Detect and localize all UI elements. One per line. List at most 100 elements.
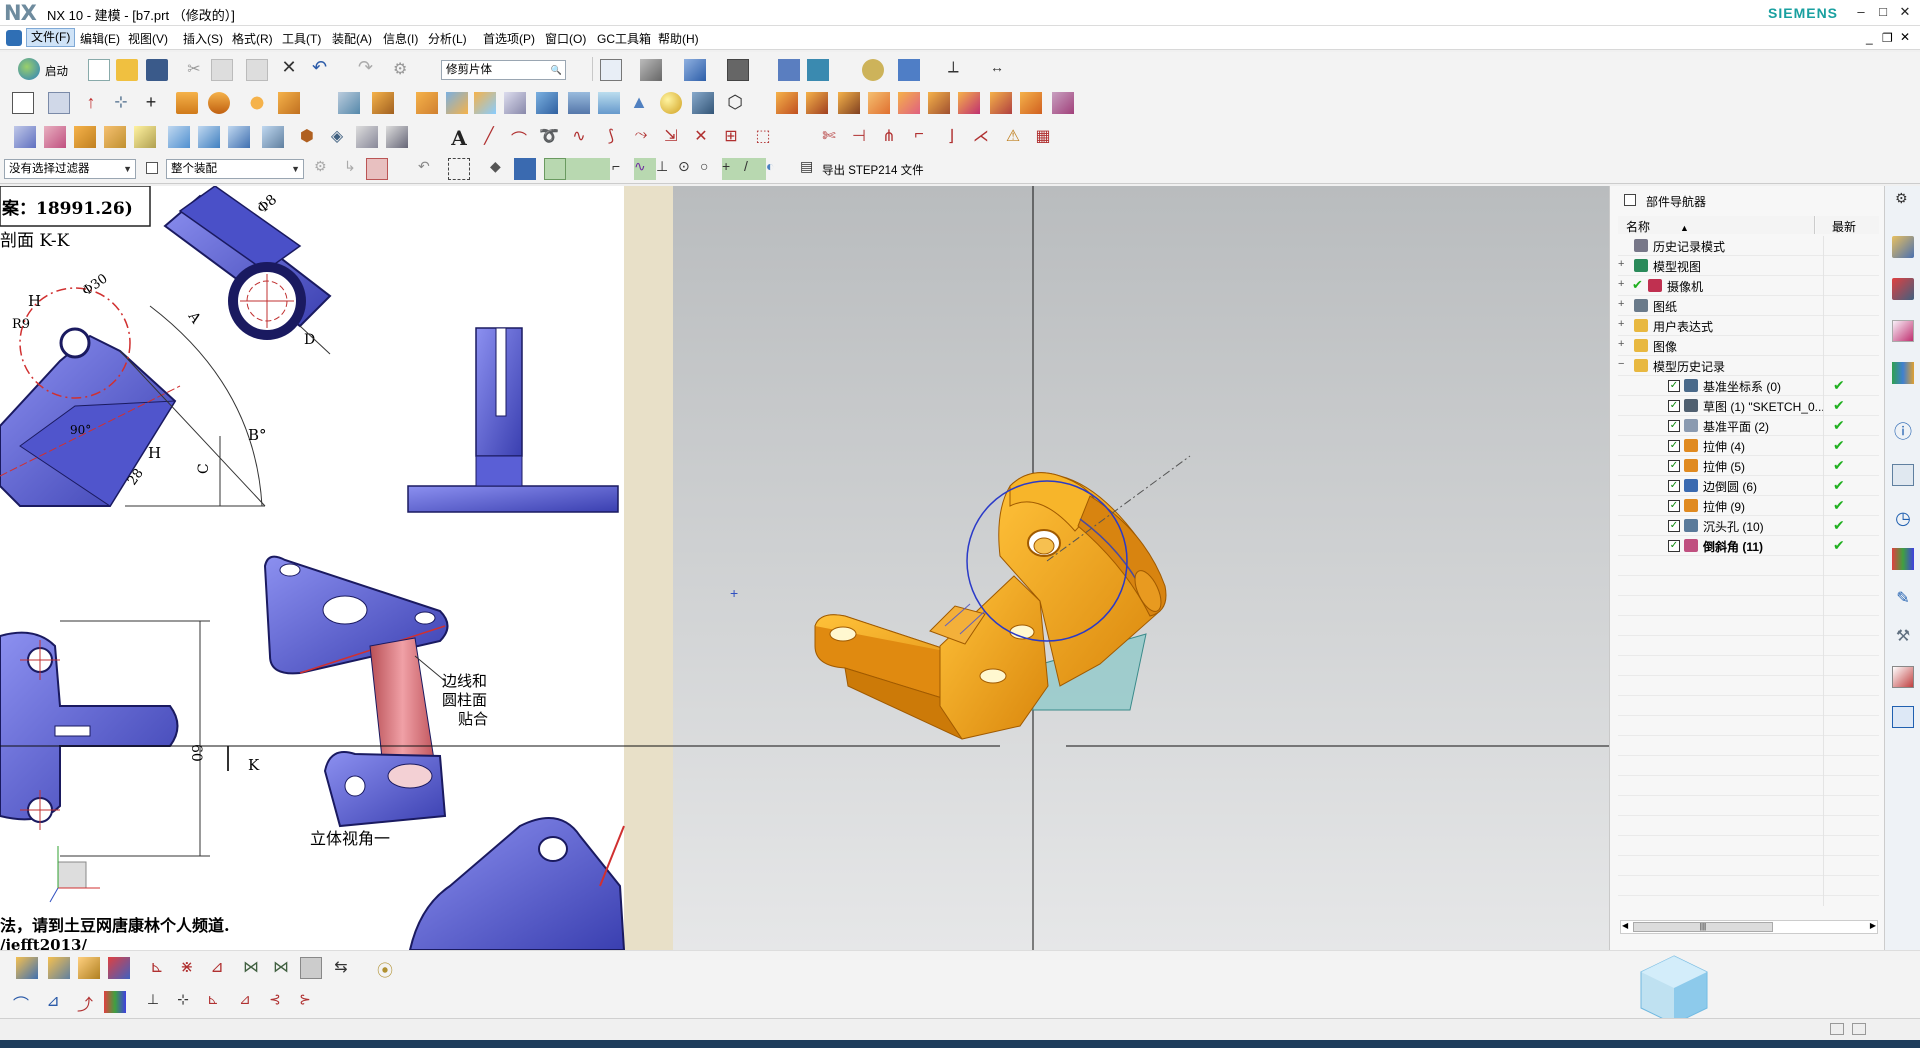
edge-blend-icon[interactable] — [776, 92, 798, 114]
select-all-checkbox[interactable] — [146, 162, 158, 174]
selection-intent-icon[interactable] — [366, 158, 388, 180]
scroll-right-icon[interactable]: ▶ — [1870, 921, 1876, 930]
array-component-icon[interactable]: ⋈ — [270, 957, 292, 979]
sketch-mirror-icon[interactable]: ⊰ — [264, 991, 286, 1013]
bounded-plane-icon[interactable] — [134, 126, 156, 148]
redo-icon[interactable]: ↷ — [358, 57, 380, 79]
undo-icon[interactable]: ↶ — [312, 57, 334, 79]
menu-file[interactable]: 文件(F) — [26, 28, 76, 47]
patch-icon[interactable] — [386, 126, 408, 148]
copy-icon[interactable] — [211, 59, 233, 81]
navigator-row[interactable]: ✓ 基准坐标系 (0) ✔ — [1618, 376, 1879, 396]
navigator-row[interactable]: ✓ 拉伸 (5) ✔ — [1618, 456, 1879, 476]
exploded-view-icon[interactable]: ⊾ — [146, 957, 168, 979]
navigator-pin-icon[interactable] — [1624, 194, 1636, 206]
project-curve-icon[interactable]: ⇲ — [660, 126, 682, 148]
line-icon[interactable]: ╱ — [478, 126, 500, 148]
datum-plane-icon[interactable] — [48, 92, 70, 114]
navigator-row[interactable]: ✓ 拉伸 (4) ✔ — [1618, 436, 1879, 456]
scrollbar-thumb[interactable]: ||| — [1633, 922, 1773, 932]
navigator-row[interactable]: + 模型视图 — [1618, 256, 1879, 276]
feature-selection-icon[interactable]: ↳ — [344, 158, 366, 180]
menu-view[interactable]: 视图(V) — [128, 30, 168, 47]
menu-assembly[interactable]: 装配(A) — [332, 30, 372, 47]
construction-icon[interactable]: ⚠ — [1002, 126, 1024, 148]
snap-tangent-icon[interactable]: ⊥ — [656, 158, 678, 180]
navigator-row[interactable]: + 图纸 — [1618, 296, 1879, 316]
fit-view-icon[interactable] — [600, 59, 622, 81]
replace-component-icon[interactable]: ⇆ — [330, 957, 352, 979]
background-icon[interactable] — [727, 59, 749, 81]
measure-distance-icon[interactable]: ⟂ — [948, 59, 970, 81]
feature-visibility-checkbox[interactable]: ✓ — [1668, 380, 1680, 392]
sketch-icon[interactable] — [12, 92, 34, 114]
datum-axis-icon[interactable]: ↑ — [80, 92, 102, 114]
menu-window[interactable]: 窗口(O) — [545, 30, 586, 47]
system-scene-icon[interactable] — [1892, 706, 1914, 728]
pattern-icon[interactable] — [246, 92, 268, 114]
mesh-surface-icon[interactable] — [228, 126, 250, 148]
export-step-icon[interactable]: ▤ — [800, 158, 822, 180]
pocket-icon[interactable] — [598, 92, 620, 114]
horizontal-scrollbar[interactable]: ||| ◀ ▶ — [1620, 920, 1878, 934]
maximize-button[interactable]: □ — [1874, 3, 1892, 21]
section-curve-icon[interactable]: ⊞ — [720, 126, 742, 148]
feature-visibility-checkbox[interactable]: ✓ — [1668, 400, 1680, 412]
navigator-tree[interactable]: 历史记录模式 + 模型视图 + ✔ 摄像机 + 图纸 + 用户表达式 + 图像 − 模型历史记录 ✓ 基准坐标… — [1610, 236, 1885, 906]
helix-icon[interactable]: ➰ — [538, 126, 560, 148]
delete-icon[interactable]: ✕ — [278, 57, 300, 79]
column-header-name[interactable]: 名称 ▲ — [1618, 216, 1815, 234]
wcs-icon[interactable] — [898, 59, 920, 81]
cut-icon[interactable]: ✂ — [183, 59, 205, 81]
navigator-row[interactable]: ✓ 草图 (1) "SKETCH_0... ✔ — [1618, 396, 1879, 416]
n-sided-icon[interactable] — [104, 126, 126, 148]
snap-midpoint-icon[interactable] — [566, 158, 588, 180]
wave-geometry-icon[interactable]: ⋇ — [176, 957, 198, 979]
swept-surface-icon[interactable] — [198, 126, 220, 148]
new-component-icon[interactable] — [48, 957, 70, 979]
chamfer-icon[interactable] — [806, 92, 828, 114]
sketch-profile-icon[interactable]: ⌒ — [10, 991, 32, 1014]
text-icon[interactable]: A — [448, 126, 470, 150]
mirror-assembly-icon[interactable]: ⋈ — [240, 957, 262, 979]
status-fullscreen-icon[interactable] — [1852, 1023, 1866, 1035]
scroll-left-icon[interactable]: ◀ — [1622, 921, 1628, 930]
history-icon[interactable]: ◷ — [1892, 508, 1914, 530]
undo-selection-icon[interactable]: ↶ — [418, 158, 440, 180]
table-icon[interactable]: ▦ — [1032, 126, 1054, 148]
doc-minimize-button[interactable]: _ — [1866, 31, 1873, 45]
menu-info[interactable]: 信息(I) — [383, 30, 418, 47]
expand-toggle-icon[interactable]: + — [1618, 258, 1624, 270]
move-component-icon[interactable] — [78, 957, 100, 979]
through-curves-icon[interactable] — [14, 126, 36, 148]
process-studio-icon[interactable]: ✎ — [1892, 588, 1914, 610]
bridge-curve-icon[interactable]: ⤳ — [630, 126, 652, 148]
menu-analysis[interactable]: 分析(L) — [428, 30, 467, 47]
thicken-icon[interactable] — [898, 92, 920, 114]
rectangle-select-icon[interactable] — [448, 158, 470, 180]
expand-toggle-icon[interactable]: + — [1618, 318, 1624, 330]
status-selection-icon[interactable] — [1830, 1023, 1844, 1035]
repeat-command-icon[interactable]: ⚙ — [393, 59, 415, 81]
snap-on-face-icon[interactable]: ◐ — [766, 158, 788, 180]
feature-visibility-checkbox[interactable]: ✓ — [1668, 480, 1680, 492]
graphics-window[interactable]: 案：18991.26) 剖面 K-K Φ8 D 90° H R9 Φ30 H 2… — [0, 186, 1609, 950]
assembly-navigator-icon[interactable] — [1892, 236, 1914, 258]
system-materials-icon[interactable] — [1892, 548, 1914, 570]
expand-toggle-icon[interactable]: + — [1618, 278, 1624, 290]
feature-visibility-checkbox[interactable]: ✓ — [1668, 440, 1680, 452]
part-navigator-tab-icon[interactable] — [1892, 320, 1914, 342]
extrude-icon[interactable] — [176, 92, 198, 114]
split-body-icon[interactable] — [958, 92, 980, 114]
graphics-canvas[interactable]: 案：18991.26) 剖面 K-K Φ8 D 90° H R9 Φ30 H 2… — [0, 186, 1609, 950]
snap-on-curve-icon[interactable]: / — [744, 158, 766, 180]
snap-intersection-icon[interactable]: ⌐ — [612, 158, 634, 180]
sketch-color-icon[interactable] — [104, 991, 126, 1013]
navigator-row[interactable]: ✓ 倒斜角 (11) ✔ — [1618, 536, 1879, 556]
sketch-constraint-icon[interactable]: ⊾ — [202, 991, 224, 1013]
snap-quadrant-icon[interactable]: ○ — [700, 158, 722, 180]
doc-close-button[interactable]: ✕ — [1900, 30, 1910, 44]
fillet-curve-icon[interactable]: ⌋ — [940, 126, 962, 148]
scale-body-icon[interactable] — [928, 92, 950, 114]
paste-icon[interactable] — [246, 59, 268, 81]
